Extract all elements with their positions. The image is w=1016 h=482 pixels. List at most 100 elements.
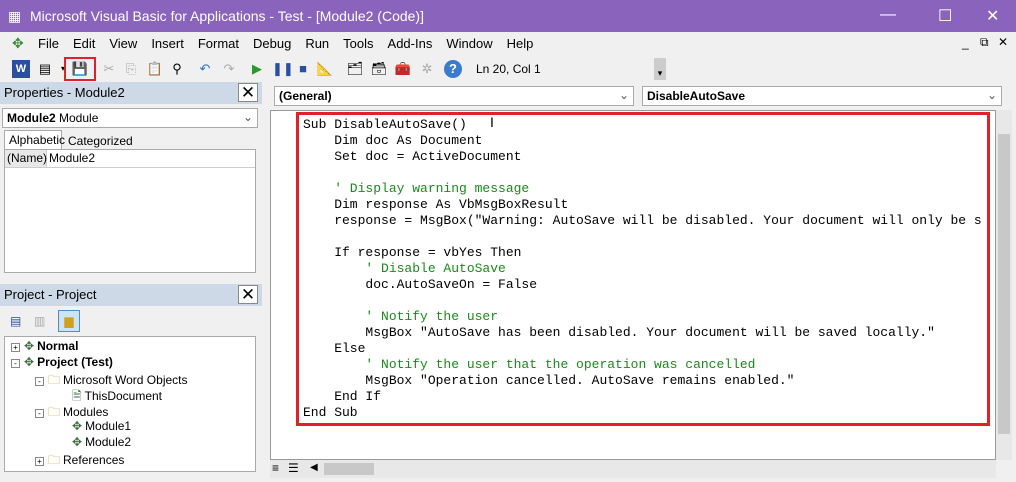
insert-userform-icon[interactable]: ▤ [36, 60, 54, 78]
tree-item-label: Module1 [85, 419, 132, 433]
paste-icon[interactable]: 📋 [146, 60, 164, 78]
menu-debug[interactable]: Debug [253, 36, 291, 51]
close-project-button[interactable]: ✕ [238, 285, 258, 304]
menu-window[interactable]: Window [446, 36, 492, 51]
redo-icon[interactable]: ↷ [220, 60, 238, 78]
cut-icon[interactable]: ✂ [100, 60, 118, 78]
chevron-down-icon: ⌄ [242, 110, 253, 124]
object-type: Module [59, 111, 99, 125]
cursor-position: Ln 20, Col 1 [476, 62, 541, 76]
tree-item[interactable]: + ✥ Normal [11, 339, 78, 353]
find-icon[interactable]: ⚲ [168, 60, 186, 78]
vba-menu-icon[interactable]: ✥ [12, 35, 24, 52]
tree-item[interactable]: ✥ Module1 [59, 419, 131, 433]
property-row[interactable]: (Name) Module2 [5, 150, 255, 168]
property-value[interactable]: Module2 [47, 150, 95, 167]
properties-grid: (Name) Module2 [4, 149, 256, 273]
code-line: ' Disable AutoSave [303, 261, 506, 276]
tree-item-label: Normal [37, 339, 79, 353]
document-icon: 🗎 [72, 389, 82, 403]
code-line: ' Display warning message [303, 181, 530, 196]
tree-item[interactable]: ✥ Module2 [59, 435, 131, 449]
toggle-folders-icon[interactable]: ▆ [58, 310, 80, 332]
mdi-restore-button[interactable]: ⧉ [980, 35, 989, 50]
scroll-thumb[interactable] [324, 463, 374, 475]
object-combo-value: (General) [279, 89, 332, 103]
properties-window-icon[interactable]: 🗃 [370, 60, 388, 78]
vertical-scrollbar[interactable] [996, 110, 1012, 460]
tree-item-label: Module2 [85, 435, 132, 449]
procedure-view-icon[interactable]: ≡ [272, 461, 279, 475]
menu-format[interactable]: Format [198, 36, 239, 51]
code-line: ' Notify the user that the operation was… [303, 357, 756, 372]
vba-app-icon: ▦ [8, 8, 22, 24]
module-icon: ✥ [24, 339, 35, 353]
scroll-left-icon[interactable]: ◀ [310, 462, 318, 473]
object-selector[interactable]: Module2 Module ⌄ [2, 108, 258, 128]
collapse-icon[interactable]: - [35, 377, 44, 386]
minimize-button[interactable]: — [880, 6, 896, 24]
project-title: Project - Project [4, 287, 97, 302]
break-icon[interactable]: ❚❚ [272, 60, 294, 78]
close-button[interactable]: ✕ [986, 6, 999, 26]
toolbox-icon[interactable]: ✲ [418, 60, 436, 78]
menu-edit[interactable]: Edit [73, 36, 95, 51]
procedure-combo[interactable]: DisableAutoSave ⌄ [642, 86, 1002, 106]
help-icon[interactable]: ? [444, 60, 462, 78]
project-explorer-icon[interactable]: 🗂 [346, 60, 364, 78]
menu-run[interactable]: Run [305, 36, 329, 51]
horizontal-scrollbar[interactable]: ≡ ☰ ◀ [270, 460, 996, 478]
menu-bar: ✥ File Edit View Insert Format Debug Run Tools A… [0, 32, 1016, 56]
module-icon: ✥ [72, 435, 83, 449]
view-code-icon[interactable]: ▤ [10, 314, 21, 328]
tree-item[interactable]: - ✥ Project (Test) [11, 355, 113, 369]
save-icon[interactable]: 💾 [64, 57, 96, 81]
code-line: doc.AutoSaveOn = False [303, 277, 538, 292]
project-header: Project - Project ✕ [0, 284, 262, 306]
code-line: Dim doc As Document [303, 133, 483, 148]
object-combo[interactable]: (General) ⌄ [274, 86, 634, 106]
menu-file[interactable]: File [38, 36, 59, 51]
project-tree: + ✥ Normal - ✥ Project (Test) - 🗀 Microsoft Word… [4, 336, 256, 472]
tab-alphabetic[interactable]: Alphabetic [4, 130, 65, 149]
undo-icon[interactable]: ↶ [196, 60, 214, 78]
tree-item[interactable]: + 🗀 References [35, 451, 124, 472]
collapse-icon[interactable]: - [35, 409, 44, 418]
maximize-button[interactable]: ☐ [938, 6, 952, 26]
code-line: Dim response As VbMsgBoxResult [303, 197, 569, 212]
collapse-icon[interactable]: - [11, 359, 20, 368]
word-view-icon[interactable]: W [12, 60, 30, 78]
menu-add-ins[interactable]: Add-Ins [388, 36, 433, 51]
expand-icon[interactable]: + [35, 457, 44, 466]
close-properties-button[interactable]: ✕ [238, 83, 258, 102]
title-bar: ▦ Microsoft Visual Basic for Application… [0, 0, 1016, 32]
code-line: Set doc = ActiveDocument [303, 149, 522, 164]
menu-help[interactable]: Help [507, 36, 534, 51]
menu-view[interactable]: View [109, 36, 137, 51]
reset-icon[interactable]: ■ [294, 60, 312, 78]
property-name: (Name) [5, 150, 48, 167]
code-line: If response = vbYes Then [303, 245, 522, 260]
mdi-close-button[interactable]: ✕ [998, 35, 1008, 49]
code-line: MsgBox "AutoSave has been disabled. Your… [303, 325, 935, 340]
menu-tools[interactable]: Tools [343, 36, 373, 51]
design-mode-icon[interactable]: 📐 [316, 60, 334, 78]
run-icon[interactable]: ▶ [248, 60, 266, 78]
expand-icon[interactable]: + [11, 343, 20, 352]
text-cursor-icon: I [490, 114, 494, 130]
mdi-minimize-button[interactable]: _ [962, 36, 969, 50]
object-browser-icon[interactable]: 🧰 [394, 60, 412, 78]
full-module-view-icon[interactable]: ☰ [288, 461, 299, 475]
menu-insert[interactable]: Insert [151, 36, 184, 51]
chevron-down-icon: ⌄ [986, 88, 997, 102]
code-text[interactable]: Sub DisableAutoSave() Dim doc As Documen… [296, 112, 990, 426]
copy-icon[interactable]: ⎘ [122, 60, 140, 78]
tab-categorized[interactable]: Categorized [64, 132, 137, 150]
code-line: End If [303, 389, 382, 404]
code-line: Else [303, 341, 366, 356]
properties-title: Properties - Module2 [4, 85, 125, 100]
toolbar-options-icon[interactable]: ▾ [654, 58, 666, 80]
tree-item-label: Modules [63, 405, 109, 419]
view-object-icon[interactable]: ▥ [34, 314, 45, 328]
